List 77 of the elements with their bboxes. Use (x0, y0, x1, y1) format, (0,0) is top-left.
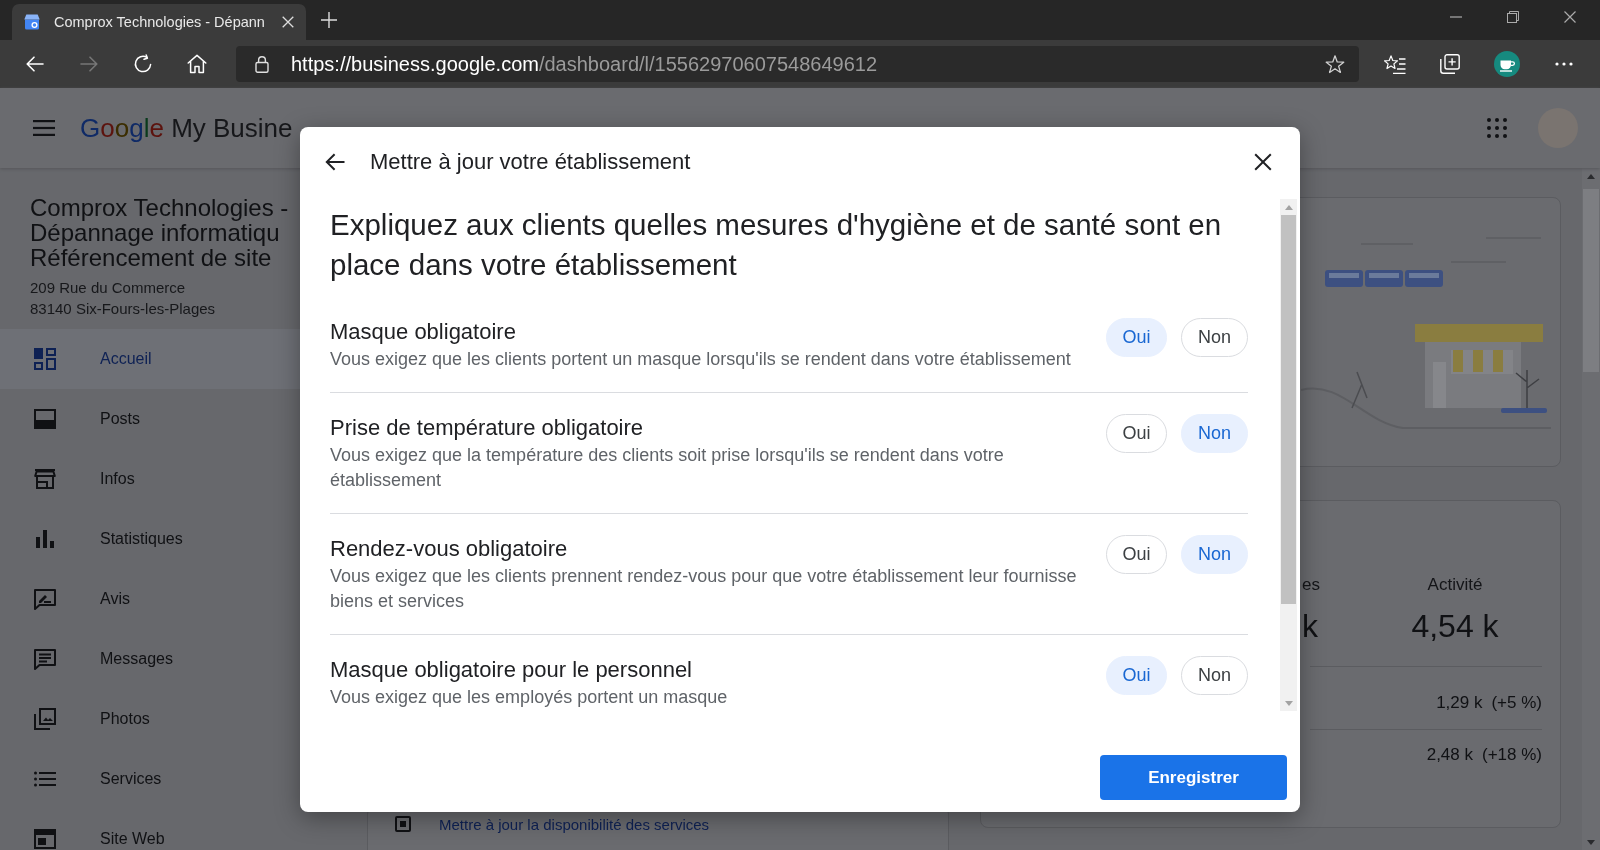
choice-button[interactable]: Non (1181, 535, 1248, 574)
favorites-list-icon[interactable] (1384, 54, 1406, 74)
dialog-heading: Expliquez aux clients quelles mesures d'hygiène et de santé sont en place dans votre établissement (330, 206, 1223, 283)
lock-icon (255, 55, 269, 73)
star-icon[interactable] (1325, 54, 1345, 74)
favicon-icon (24, 14, 40, 30)
list-icon (34, 771, 56, 787)
reload-icon (133, 54, 153, 74)
nav-item[interactable]: Posts (0, 389, 300, 449)
nav-item[interactable]: Messages (0, 629, 300, 689)
dashboard-icon (34, 348, 56, 370)
save-button[interactable]: Enregistrer (1100, 755, 1287, 800)
scroll-down-icon[interactable] (1587, 839, 1595, 845)
dialog-title: Mettre à jour votre établissement (370, 149, 691, 175)
restore-icon[interactable] (1507, 11, 1519, 23)
scroll-up-icon[interactable] (1587, 173, 1595, 179)
question-description: Vous exigez que les employés portent un masque (330, 686, 729, 709)
nav-item[interactable]: Accueil (0, 329, 300, 389)
collections-icon[interactable] (1440, 54, 1460, 74)
storefront-icon (34, 469, 56, 489)
photo-library-icon (34, 708, 56, 730)
stat-label: es (1302, 575, 1320, 595)
browser-tab[interactable]: Comprox Technologies - Dépann (12, 4, 306, 40)
forward-arrow-icon (80, 56, 98, 72)
question-description: Vous exigez que les clients portent un masque lorsqu'ils se rendent dans votre établissement (330, 348, 1072, 371)
logo-text[interactable]: Google My Busine (80, 112, 293, 144)
nav-item[interactable]: Site Web (0, 809, 300, 850)
business-address: 209 Rue du Commerce 83140 Six-Fours-les-Plages (30, 278, 217, 319)
back-arrow-icon (26, 56, 44, 72)
tab-title: Comprox Technologies - Dépann (54, 14, 266, 30)
url-text: https://business.google.com/dashboard/l/15562970607548649612 (291, 52, 879, 76)
choice-button[interactable]: Non (1181, 656, 1248, 695)
stat-change: (+5 %) (1491, 693, 1542, 713)
nav-item[interactable]: Avis (0, 569, 300, 629)
choice-button[interactable]: Oui (1106, 414, 1167, 453)
browser-window-icon (34, 829, 56, 849)
nav-item[interactable]: Photos (0, 689, 300, 749)
stat-value: k (1302, 607, 1318, 645)
scrollbar-thumb[interactable] (1281, 215, 1296, 604)
choice-button[interactable]: Oui (1106, 656, 1167, 695)
choice-button[interactable]: Non (1181, 414, 1248, 453)
question-title: Masque obligatoire pour le personnel (330, 658, 693, 682)
coffee-cup-icon[interactable] (1494, 51, 1520, 77)
scrollbar[interactable] (1280, 199, 1297, 711)
question-title: Rendez-vous obligatoire (330, 537, 569, 561)
nav-item[interactable]: Infos (0, 449, 300, 509)
scrollbar[interactable] (1582, 168, 1600, 850)
back-arrow-icon[interactable] (325, 153, 345, 171)
stat-label: Activité (1427, 575, 1483, 595)
square-icon (395, 816, 411, 832)
business-name: Comprox Technologies - Dépannage informatiqu Référencement de site (30, 195, 290, 270)
close-icon[interactable] (1564, 11, 1576, 23)
nav-item[interactable]: Services (0, 749, 300, 809)
bar-chart-icon (36, 530, 54, 548)
address-bar[interactable]: https://business.google.com/dashboard/l/15562970607548649612 (236, 46, 1359, 82)
new-tab-plus-icon[interactable] (321, 12, 337, 28)
stat-value: 2,48 k (1426, 745, 1473, 765)
review-bubble-icon (34, 588, 56, 610)
question-description: Vous exigez que les clients prennent rendez-vous pour que votre établissement leur fournisse biens et services (330, 565, 1078, 613)
nav-item[interactable]: Statistiques (0, 509, 300, 569)
chat-bubble-icon (34, 648, 56, 670)
choice-button[interactable]: Oui (1106, 535, 1167, 574)
post-icon (34, 409, 56, 429)
more-icon[interactable] (1555, 62, 1573, 66)
stat-value: 4,54 k (1411, 607, 1499, 645)
home-icon (187, 54, 207, 74)
task-link[interactable]: Mettre à jour la disponibilité des services (439, 816, 710, 834)
close-icon[interactable] (1254, 153, 1272, 171)
stat-change: (+18 %) (1482, 745, 1542, 765)
choice-button[interactable]: Non (1181, 318, 1248, 357)
question-title: Prise de température obligatoire (330, 416, 645, 440)
stat-value: 1,29 k (1436, 693, 1483, 713)
question-title: Masque obligatoire (330, 320, 517, 344)
menu-icon[interactable] (33, 120, 55, 136)
question-description: Vous exigez que la température des clients soit prise lorsqu'ils se rendent dans votre établissement (330, 444, 1005, 492)
choice-button[interactable]: Oui (1106, 318, 1167, 357)
apps-grid-icon[interactable] (1487, 118, 1507, 138)
